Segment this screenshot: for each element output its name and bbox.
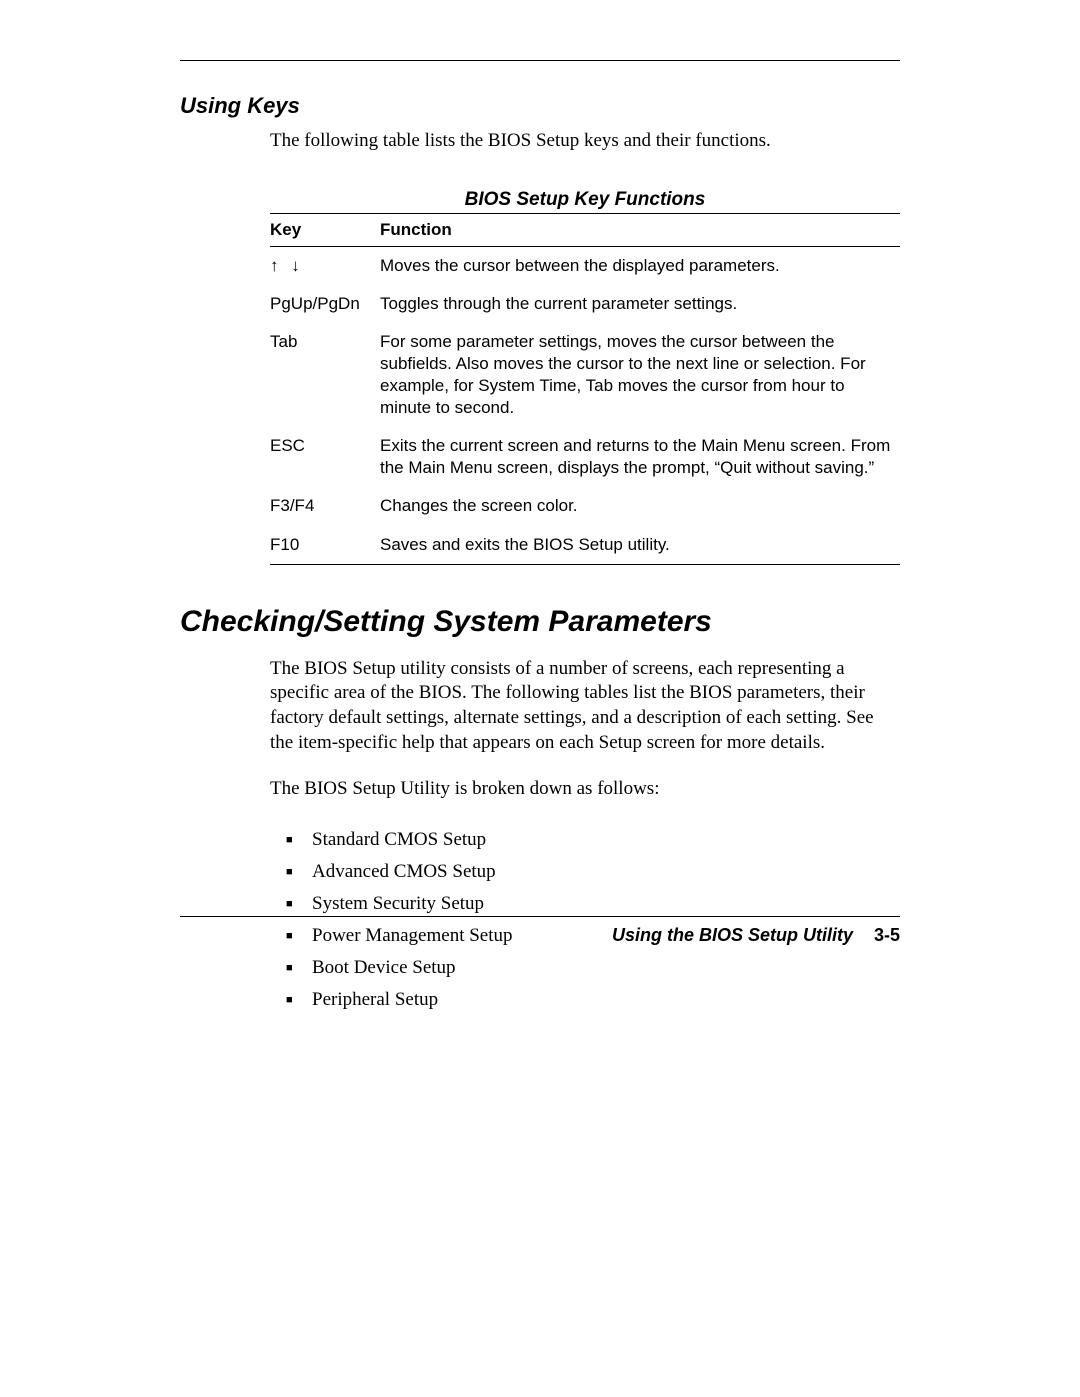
cell-function: Saves and exits the BIOS Setup utility. bbox=[380, 526, 900, 565]
body-paragraph-2: The BIOS Setup Utility is broken down as… bbox=[270, 777, 900, 802]
list-item: Standard CMOS Setup bbox=[286, 824, 900, 856]
cell-function: Changes the screen color. bbox=[380, 487, 900, 525]
table-header-row: Key Function bbox=[270, 213, 900, 246]
table-header-key: Key bbox=[270, 213, 380, 246]
table-row: PgUp/PgDn Toggles through the current pa… bbox=[270, 285, 900, 323]
table-row: F3/F4 Changes the screen color. bbox=[270, 487, 900, 525]
cell-function: Exits the current screen and returns to … bbox=[380, 427, 900, 487]
section-heading-using-keys: Using Keys bbox=[180, 93, 900, 119]
footer-divider bbox=[180, 916, 900, 917]
footer-page-number: 3-5 bbox=[874, 925, 900, 945]
cell-key: ↑ ↓ bbox=[270, 246, 380, 285]
cell-key: PgUp/PgDn bbox=[270, 285, 380, 323]
list-item: Advanced CMOS Setup bbox=[286, 856, 900, 888]
cell-key: Tab bbox=[270, 323, 380, 427]
cell-key: ESC bbox=[270, 427, 380, 487]
cell-function: Moves the cursor between the displayed p… bbox=[380, 246, 900, 285]
page-footer: Using the BIOS Setup Utility 3-5 bbox=[180, 916, 900, 946]
footer-title: Using the BIOS Setup Utility bbox=[612, 925, 853, 945]
table-row: Tab For some parameter settings, moves t… bbox=[270, 323, 900, 427]
list-item: Peripheral Setup bbox=[286, 984, 900, 1016]
bios-keys-table: Key Function ↑ ↓ Moves the cursor betwee… bbox=[270, 213, 900, 565]
table-header-function: Function bbox=[380, 213, 900, 246]
cell-function: For some parameter settings, moves the c… bbox=[380, 323, 900, 427]
cell-key: F3/F4 bbox=[270, 487, 380, 525]
footer-text: Using the BIOS Setup Utility 3-5 bbox=[180, 925, 900, 946]
body-paragraph-1: The BIOS Setup utility consists of a num… bbox=[270, 657, 900, 756]
table-row: ↑ ↓ Moves the cursor between the display… bbox=[270, 246, 900, 285]
table-row: ESC Exits the current screen and returns… bbox=[270, 427, 900, 487]
section-heading-checking-setting: Checking/Setting System Parameters bbox=[180, 605, 900, 639]
table-title: BIOS Setup Key Functions bbox=[270, 189, 900, 211]
cell-key: F10 bbox=[270, 526, 380, 565]
list-item: Boot Device Setup bbox=[286, 952, 900, 984]
table-row: F10 Saves and exits the BIOS Setup utili… bbox=[270, 526, 900, 565]
intro-paragraph: The following table lists the BIOS Setup… bbox=[270, 129, 900, 154]
top-divider bbox=[180, 60, 900, 61]
cell-function: Toggles through the current parameter se… bbox=[380, 285, 900, 323]
